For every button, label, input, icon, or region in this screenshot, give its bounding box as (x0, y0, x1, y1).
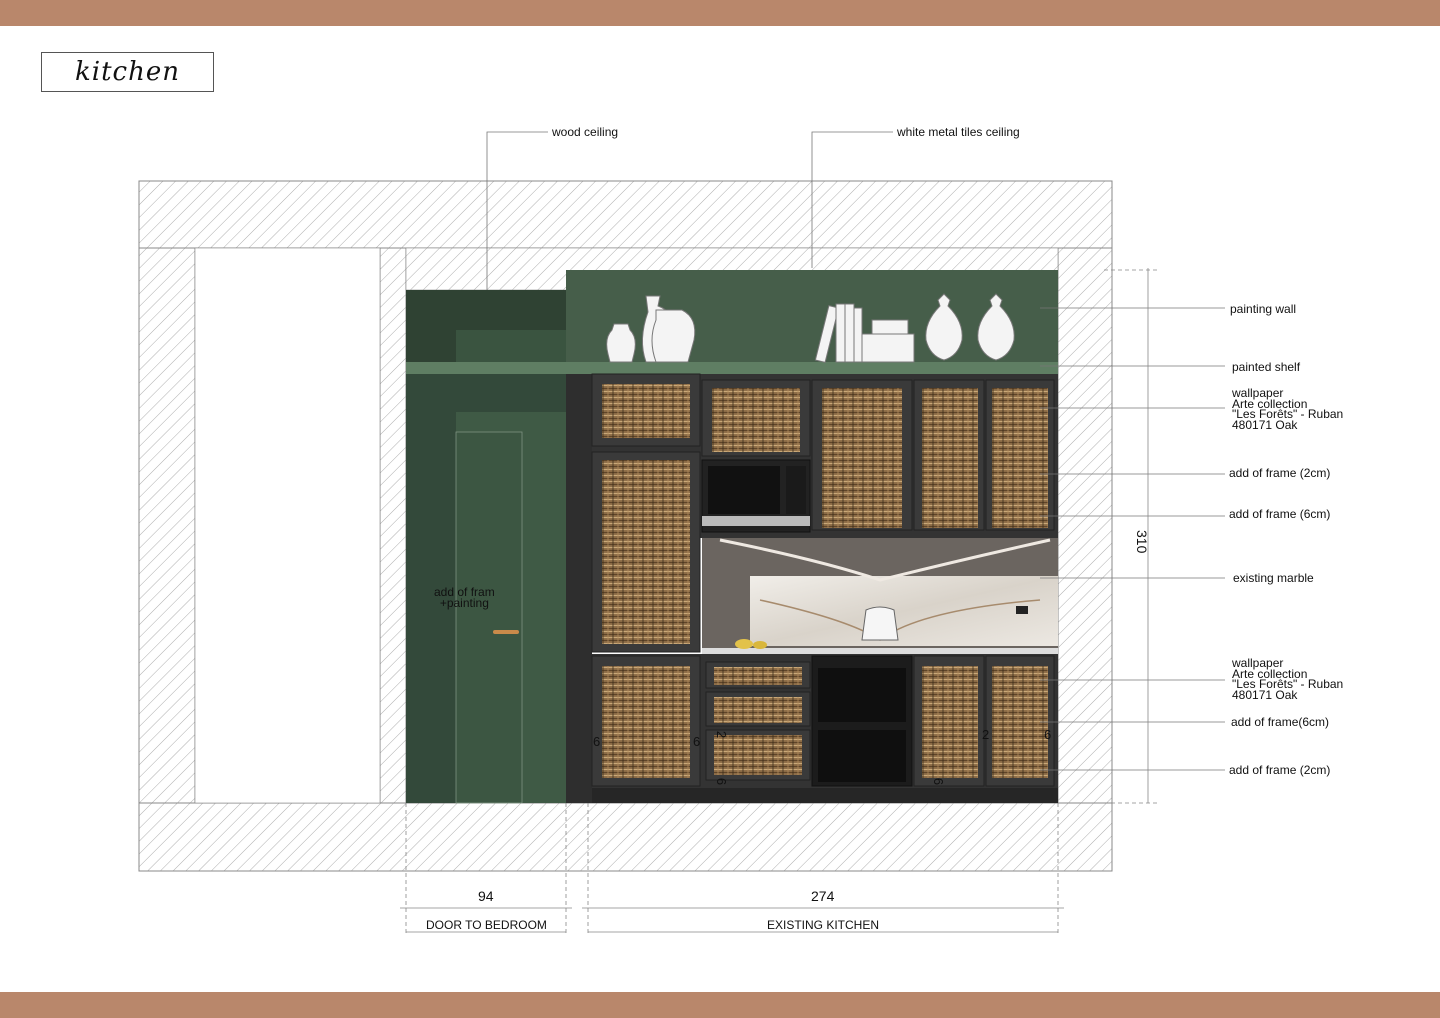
label-painting-wall: painting wall (1230, 302, 1297, 316)
label-door-to-bedroom: DOOR TO BEDROOM (426, 918, 547, 932)
label-wallpaper-bottom: wallpaper Arte collection "Les Forêts" -… (1232, 657, 1343, 702)
marble-backsplash (702, 538, 1058, 654)
label-frame-6cm-bottom: add of frame(6cm) (1231, 715, 1330, 729)
label-wood-ceiling: wood ceiling (552, 125, 619, 139)
label-wallpaper-top: wallpaper Arte collection "Les Forêts" -… (1232, 387, 1343, 432)
dimension-kitchen-width: 274 (811, 888, 835, 904)
label-metal-ceiling: white metal tiles ceiling (897, 125, 1020, 139)
dimension-door-width: 94 (478, 888, 494, 904)
label-frame-2cm-bottom: add of frame (2cm) (1229, 763, 1331, 777)
painted-shelf (406, 362, 1058, 374)
dimension-height: 310 (1134, 530, 1150, 554)
frame-mark: 6 (1044, 727, 1052, 742)
frame-mark: 6 (714, 777, 730, 786)
door-note-line-2: +painting (439, 595, 489, 610)
elevation-drawing (138, 131, 1225, 934)
frame-mark: 6 (693, 734, 701, 749)
frame-mark: 2 (982, 727, 990, 742)
label-frame-6cm-top: add of frame (6cm) (1229, 507, 1331, 521)
frame-mark: 2 (714, 730, 730, 739)
wallpaper-top-line-4: 480171 Oak (1232, 417, 1298, 432)
wallpaper-bottom-line-4: 480171 Oak (1232, 687, 1298, 702)
door-handle (493, 630, 519, 634)
label-painted-shelf: painted shelf (1232, 360, 1301, 374)
label-door-note: add of fram +painting (434, 586, 495, 610)
label-existing-kitchen: EXISTING KITCHEN (767, 918, 880, 932)
frame-mark: 6 (593, 734, 601, 749)
label-frame-2cm-top: add of frame (2cm) (1229, 466, 1331, 480)
frame-mark: 6 (931, 777, 947, 786)
label-existing-marble: existing marble (1233, 571, 1314, 585)
